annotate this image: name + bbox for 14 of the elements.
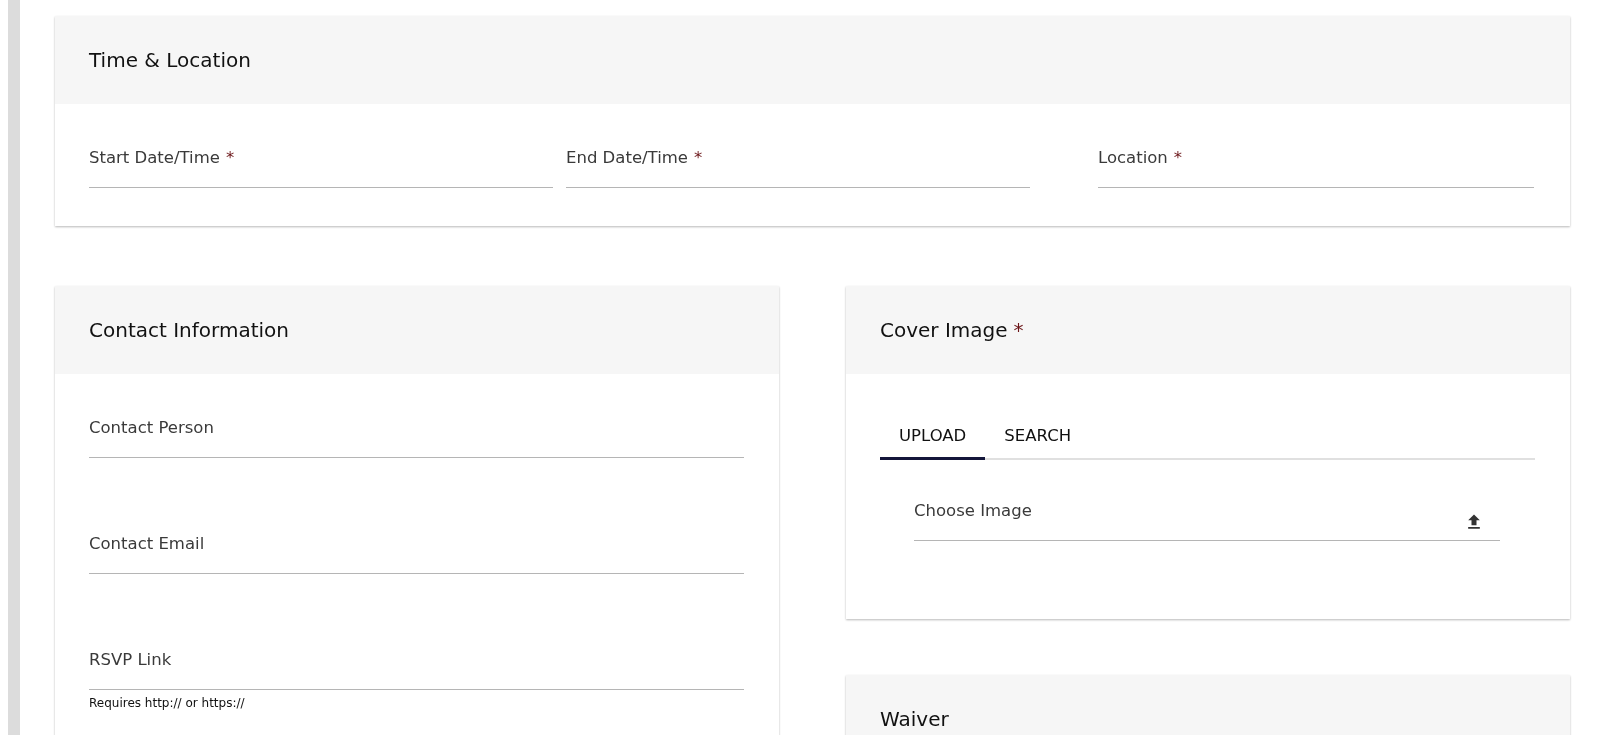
card-title: Contact Information xyxy=(89,318,289,342)
input-field[interactable]: Choose Image xyxy=(914,483,1500,541)
card-title: Waiver xyxy=(880,707,949,731)
card-title: Time & Location xyxy=(89,48,251,72)
tab[interactable]: UPLOAD xyxy=(880,412,986,460)
card-title: Cover Image * xyxy=(880,318,1024,342)
input-field[interactable]: Contact Email xyxy=(89,516,744,574)
input-field[interactable]: RSVP Link xyxy=(89,632,744,690)
input-field[interactable]: End Date/Time * xyxy=(566,130,1030,188)
helper-text: Requires http:// or https:// xyxy=(89,696,246,710)
input-field[interactable]: Contact Person xyxy=(89,400,744,458)
input-field[interactable]: Start Date/Time * xyxy=(89,130,553,188)
tab[interactable]: SEARCH xyxy=(985,412,1091,460)
input-field[interactable]: Location * xyxy=(1098,130,1534,188)
